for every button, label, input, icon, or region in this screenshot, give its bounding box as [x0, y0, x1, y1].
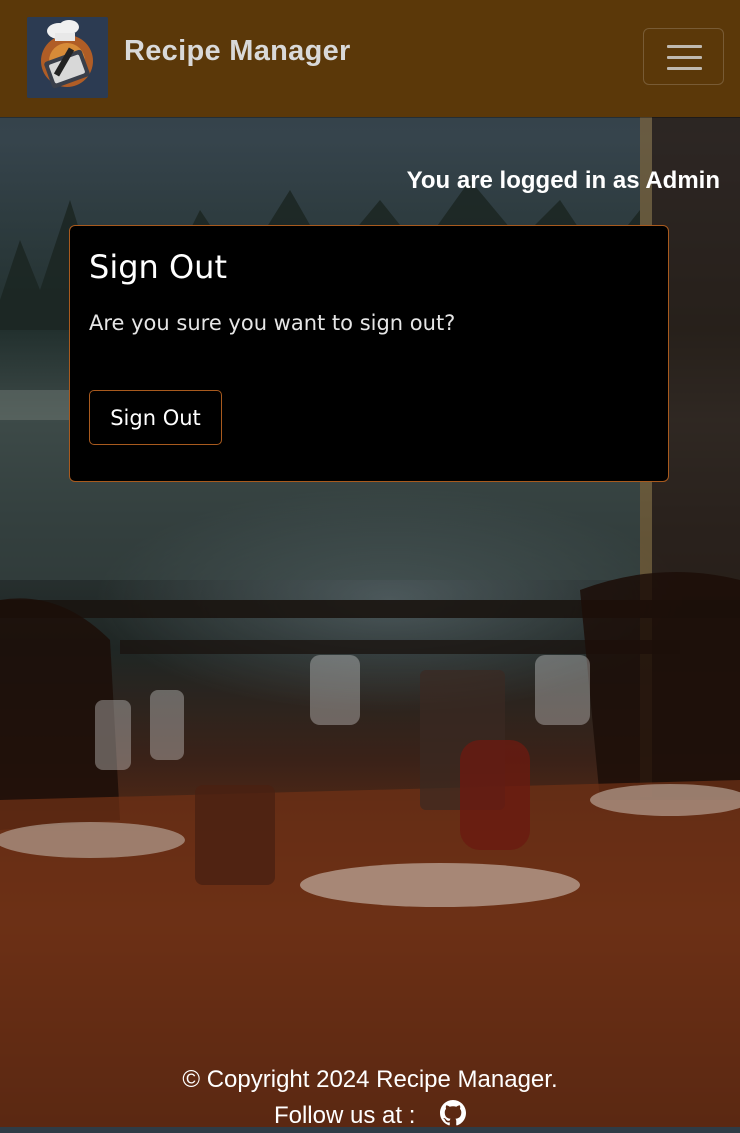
follow-line: Follow us at :: [0, 1100, 740, 1133]
sign-out-button[interactable]: Sign Out: [89, 390, 222, 445]
navbar: Recipe Manager: [0, 0, 740, 117]
card-message: Are you sure you want to sign out?: [89, 311, 456, 335]
chef-logo-icon[interactable]: [27, 17, 108, 98]
signout-card: Sign Out Are you sure you want to sign o…: [69, 225, 669, 482]
login-status-text: You are logged in as Admin: [406, 167, 720, 194]
github-icon[interactable]: [440, 1100, 467, 1133]
hamburger-menu-icon[interactable]: [643, 28, 724, 85]
copyright-text: © Copyright 2024 Recipe Manager.: [182, 1066, 558, 1093]
footer: © Copyright 2024 Recipe Manager. Follow …: [0, 1066, 740, 1133]
brand-title[interactable]: Recipe Manager: [124, 35, 351, 68]
card-title: Sign Out: [89, 248, 227, 286]
follow-text: Follow us at :: [273, 1102, 416, 1129]
